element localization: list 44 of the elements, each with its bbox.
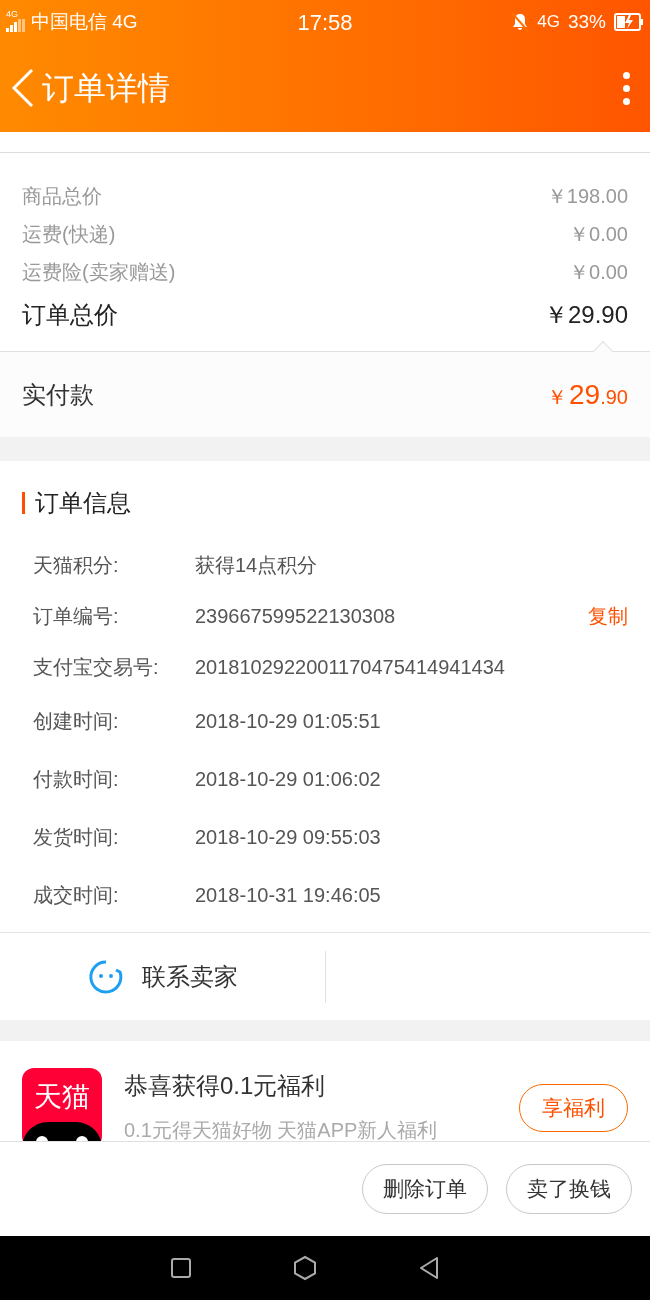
info-label: 成交时间: [33, 883, 120, 908]
accent-bar [22, 492, 25, 514]
price-label: 订单总价 [22, 300, 118, 330]
price-value: ￥29.90 [543, 300, 628, 330]
info-label: 支付宝交易号: [33, 654, 160, 680]
network-text: 4G [537, 11, 560, 34]
price-value: ￥198.00 [546, 184, 628, 209]
battery-charging-icon [614, 13, 644, 31]
clock-text: 17:58 [296, 8, 354, 37]
info-value: 2018-10-29 01:05:51 [195, 709, 382, 734]
price-label: 运费(快递) [22, 222, 116, 247]
promo-title: 恭喜获得0.1元福利 [124, 1071, 327, 1101]
price-label: 商品总价 [22, 184, 102, 209]
paid-label: 实付款 [22, 379, 94, 410]
info-label: 天猫积分: [33, 552, 120, 578]
price-value: ￥0.00 [569, 222, 628, 247]
carrier-text: 中国电信 4G [31, 9, 138, 34]
battery-percent: 33% [567, 9, 606, 34]
info-value: 获得14点积分 [195, 552, 319, 578]
home-icon[interactable] [292, 1255, 318, 1281]
chat-face-icon [87, 958, 124, 995]
info-value: 2018-10-29 09:55:03 [195, 825, 382, 850]
info-value: 239667599522130308 [195, 603, 397, 629]
info-value: 2018-10-31 19:46:05 [195, 883, 382, 908]
info-label: 付款时间: [33, 767, 120, 792]
page-title: 订单详情 [42, 69, 171, 108]
back-icon [10, 68, 36, 108]
action-button[interactable]: 卖了换钱 [506, 1164, 632, 1214]
info-label: 创建时间: [33, 709, 120, 734]
info-label: 发货时间: [33, 825, 120, 850]
action-button[interactable]: 删除订单 [362, 1164, 488, 1214]
info-value: 2018102922001170475414941434 [195, 654, 506, 680]
price-label: 运费险(卖家赠送) [22, 260, 176, 285]
price-value: ￥0.00 [569, 260, 628, 285]
paid-amount: ￥29.90 [547, 377, 628, 412]
info-value: 2018-10-29 01:06:02 [195, 767, 382, 792]
signal-label: 4G [6, 10, 18, 19]
logo-text: 天猫 [34, 1080, 90, 1114]
info-label: 订单编号: [33, 603, 120, 629]
recents-icon[interactable] [170, 1257, 192, 1279]
promo-subtitle: 0.1元得天猫好物 天猫APP新人福利 [124, 1118, 439, 1141]
back-nav-icon[interactable] [418, 1256, 440, 1280]
muted-bell-icon [511, 12, 530, 32]
section-title: 订单信息 [35, 488, 131, 518]
